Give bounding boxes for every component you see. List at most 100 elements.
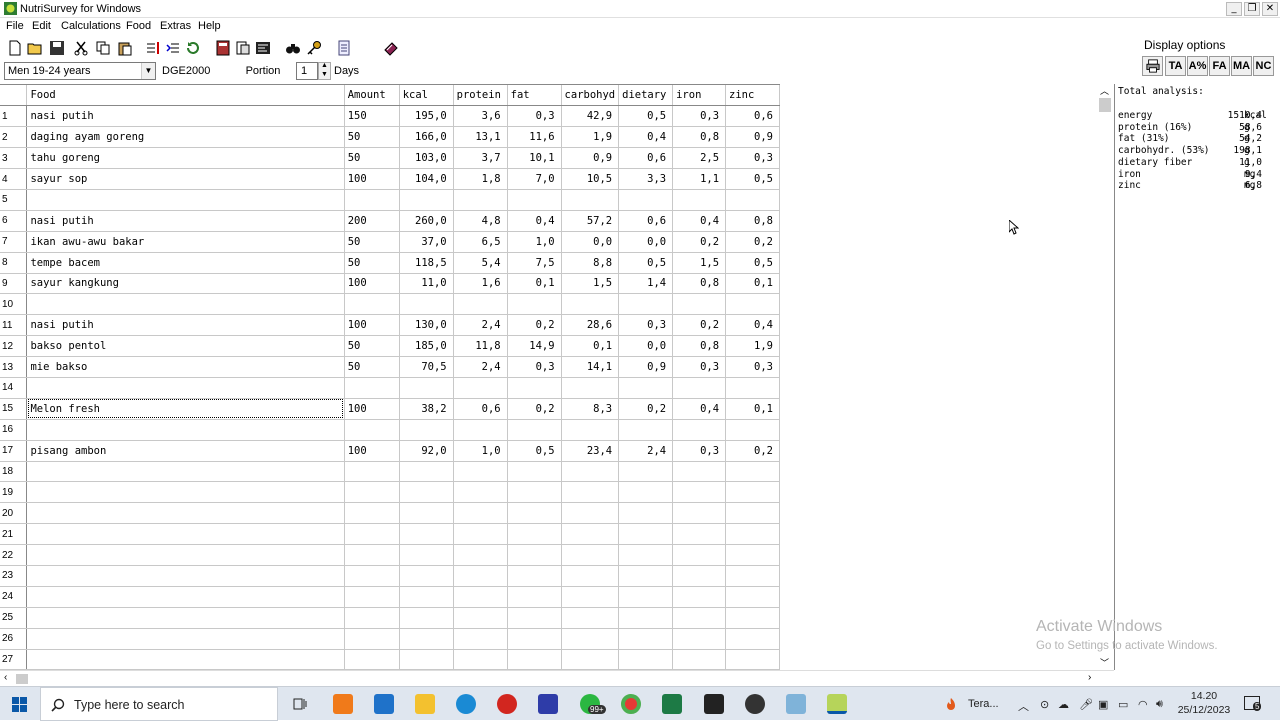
cell-fat[interactable]: 0,2 bbox=[507, 398, 562, 420]
cell-fat[interactable]: 14,9 bbox=[507, 335, 562, 358]
cell-carb[interactable]: 28,6 bbox=[561, 314, 620, 337]
cell-kcal[interactable]: 70,5 bbox=[399, 356, 454, 378]
cell-carb[interactable] bbox=[561, 649, 620, 670]
cell-amount[interactable] bbox=[344, 607, 400, 629]
cell-amount[interactable] bbox=[344, 523, 400, 546]
cell-zinc[interactable] bbox=[725, 377, 780, 399]
cell-iron[interactable] bbox=[672, 461, 727, 483]
open-folder-icon[interactable] bbox=[26, 39, 44, 57]
table-row[interactable]: 19 bbox=[0, 481, 780, 504]
cell-food[interactable] bbox=[26, 419, 345, 441]
remote-desktop-icon[interactable] bbox=[786, 694, 806, 714]
cell-carb[interactable] bbox=[561, 565, 620, 587]
cell-dietary[interactable] bbox=[618, 628, 674, 650]
cell-carb[interactable]: 14,1 bbox=[561, 356, 620, 378]
table-row[interactable]: 2 daging ayam goreng 50 166,0 13,1 11,6 1,9 0,4… bbox=[0, 126, 780, 149]
cell-protein[interactable] bbox=[453, 502, 508, 525]
cell-zinc[interactable]: 0,2 bbox=[725, 231, 780, 253]
cell-protein[interactable] bbox=[453, 649, 508, 670]
cell-fat[interactable] bbox=[507, 481, 562, 504]
population-group-select[interactable]: Men 19-24 years ▼ bbox=[4, 62, 156, 80]
cell-amount[interactable]: 100 bbox=[344, 168, 400, 190]
cell-kcal[interactable]: 104,0 bbox=[399, 168, 454, 190]
cell-fat[interactable]: 7,0 bbox=[507, 168, 562, 190]
cell-iron[interactable]: 1,1 bbox=[672, 168, 727, 190]
cell-zinc[interactable]: 0,9 bbox=[725, 126, 780, 149]
copy-icon[interactable] bbox=[94, 39, 112, 57]
header-fat[interactable]: fat bbox=[507, 85, 562, 107]
cell-amount[interactable] bbox=[344, 544, 400, 566]
cell-amount[interactable] bbox=[344, 293, 400, 316]
table-row[interactable]: 16 bbox=[0, 419, 780, 441]
cell-amount[interactable]: 100 bbox=[344, 273, 400, 295]
minimize-button[interactable]: _ bbox=[1226, 2, 1242, 16]
mail-icon[interactable] bbox=[374, 694, 394, 714]
wifi-icon[interactable]: ◠ bbox=[1138, 698, 1148, 711]
report-icon[interactable] bbox=[254, 39, 272, 57]
cell-iron[interactable]: 2,5 bbox=[672, 147, 727, 170]
cell-food[interactable] bbox=[26, 481, 345, 504]
vertical-scrollbar[interactable]: ︿ ﹀ bbox=[1097, 84, 1113, 670]
notifications-icon[interactable]: 5 bbox=[1244, 696, 1262, 711]
paste-icon[interactable] bbox=[116, 39, 134, 57]
cell-dietary[interactable] bbox=[618, 481, 674, 504]
cell-fat[interactable] bbox=[507, 586, 562, 608]
cell-food[interactable] bbox=[26, 377, 345, 399]
cell-amount[interactable] bbox=[344, 461, 400, 483]
table-row[interactable]: 6 nasi putih 200 260,0 4,8 0,4 57,2 0,6 0,4 0,8 bbox=[0, 210, 780, 232]
cell-iron[interactable] bbox=[672, 189, 727, 211]
cell-kcal[interactable] bbox=[399, 523, 454, 546]
cell-carb[interactable] bbox=[561, 628, 620, 650]
cell-amount[interactable]: 100 bbox=[344, 398, 400, 420]
row-number[interactable]: 21 bbox=[0, 523, 28, 546]
cell-carb[interactable]: 8,3 bbox=[561, 398, 620, 420]
table-row[interactable]: 18 bbox=[0, 461, 780, 483]
cell-food[interactable]: nasi putih bbox=[26, 105, 345, 128]
cell-dietary[interactable] bbox=[618, 502, 674, 525]
cell-amount[interactable]: 50 bbox=[344, 126, 400, 149]
cell-carb[interactable] bbox=[561, 544, 620, 566]
refresh-icon[interactable] bbox=[184, 39, 202, 57]
cell-zinc[interactable]: 0,3 bbox=[725, 147, 780, 170]
print-button[interactable] bbox=[1142, 56, 1163, 76]
row-number[interactable]: 14 bbox=[0, 377, 28, 399]
cell-protein[interactable] bbox=[453, 523, 508, 546]
cell-food[interactable] bbox=[26, 461, 345, 483]
cell-dietary[interactable] bbox=[618, 189, 674, 211]
cell-dietary[interactable] bbox=[618, 293, 674, 316]
food-book-icon[interactable] bbox=[382, 39, 400, 57]
restore-button[interactable]: ❐ bbox=[1244, 2, 1260, 16]
cell-carb[interactable]: 1,5 bbox=[561, 273, 620, 295]
horizontal-scroll-thumb[interactable] bbox=[16, 674, 28, 684]
row-number[interactable]: 12 bbox=[0, 335, 28, 358]
cell-kcal[interactable] bbox=[399, 586, 454, 608]
cell-food[interactable] bbox=[26, 189, 345, 211]
cell-protein[interactable]: 6,5 bbox=[453, 231, 508, 253]
cell-iron[interactable]: 0,4 bbox=[672, 398, 727, 420]
table-row[interactable]: 3 tahu goreng 50 103,0 3,7 10,1 0,9 0,6 2,5 0,3 bbox=[0, 147, 780, 170]
chevron-down-icon[interactable]: ▼ bbox=[141, 63, 155, 79]
cell-food[interactable] bbox=[26, 523, 345, 546]
cell-iron[interactable]: 0,8 bbox=[672, 126, 727, 149]
network-monitor-icon[interactable]: ⊙ bbox=[1040, 698, 1049, 711]
cell-fat[interactable] bbox=[507, 419, 562, 441]
cell-protein[interactable]: 1,6 bbox=[453, 273, 508, 295]
cell-carb[interactable] bbox=[561, 461, 620, 483]
cell-kcal[interactable]: 92,0 bbox=[399, 440, 454, 462]
row-number[interactable]: 7 bbox=[0, 231, 28, 253]
cell-food[interactable] bbox=[26, 607, 345, 629]
file-explorer-icon[interactable] bbox=[415, 694, 435, 714]
cell-fat[interactable] bbox=[507, 544, 562, 566]
cell-iron[interactable] bbox=[672, 293, 727, 316]
cell-amount[interactable]: 50 bbox=[344, 231, 400, 253]
cell-kcal[interactable]: 185,0 bbox=[399, 335, 454, 358]
cell-protein[interactable]: 0,6 bbox=[453, 398, 508, 420]
cell-zinc[interactable] bbox=[725, 649, 780, 670]
cell-amount[interactable]: 50 bbox=[344, 147, 400, 170]
cell-carb[interactable] bbox=[561, 419, 620, 441]
row-number[interactable]: 16 bbox=[0, 419, 28, 441]
cell-dietary[interactable]: 0,0 bbox=[618, 335, 674, 358]
cell-iron[interactable]: 0,8 bbox=[672, 335, 727, 358]
table-row[interactable]: 20 bbox=[0, 502, 780, 525]
microphone-icon[interactable]: 🎤︎ bbox=[1079, 698, 1093, 711]
